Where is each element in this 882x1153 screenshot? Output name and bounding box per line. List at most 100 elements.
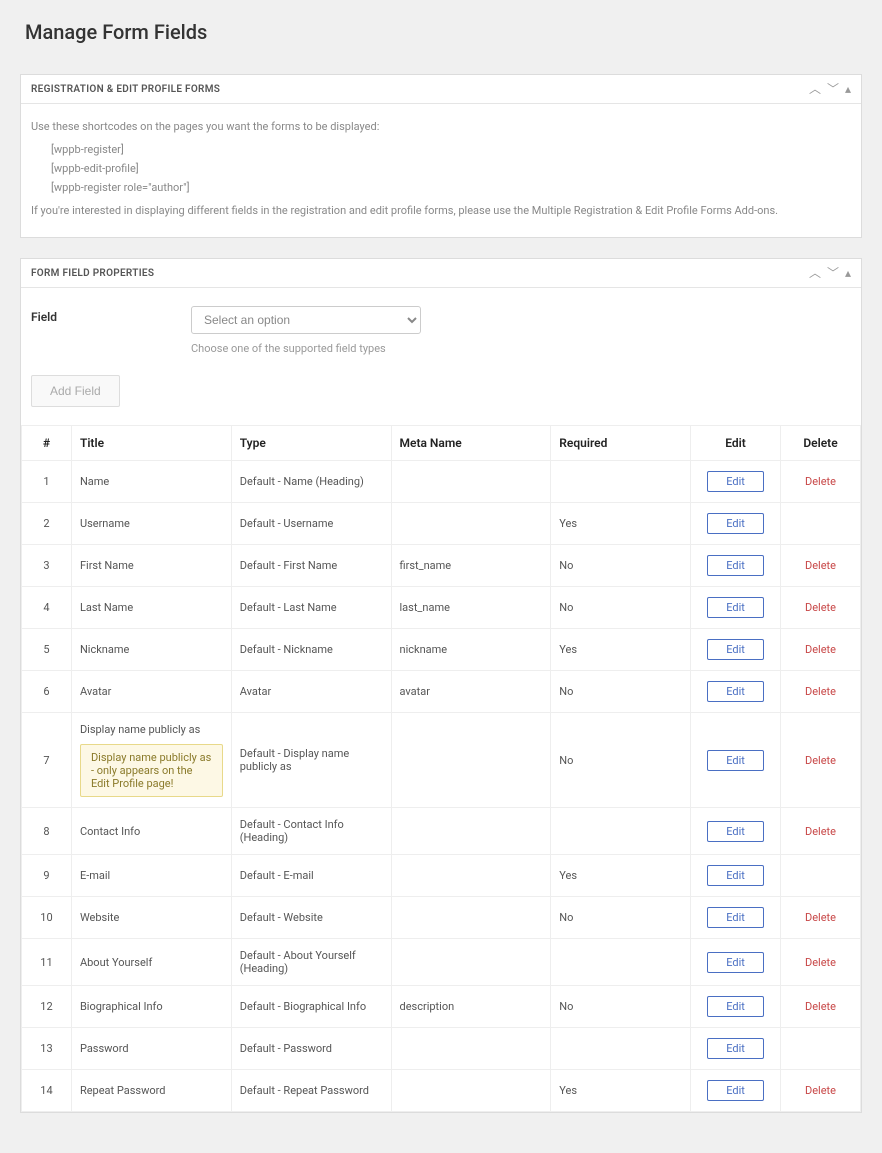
cell-number: 9 [22, 855, 72, 897]
cell-number: 14 [22, 1070, 72, 1112]
chevron-up-icon[interactable]: ︿ [809, 267, 821, 279]
delete-link[interactable]: Delete [805, 685, 836, 698]
edit-button[interactable]: Edit [707, 865, 764, 886]
delete-link[interactable]: Delete [805, 643, 836, 656]
cell-delete [781, 503, 861, 545]
panel-header: REGISTRATION & EDIT PROFILE FORMS ︿ ﹀ ▴ [21, 75, 861, 104]
cell-number: 10 [22, 897, 72, 939]
cell-number: 13 [22, 1028, 72, 1070]
edit-button[interactable]: Edit [707, 952, 764, 973]
cell-meta [391, 939, 551, 986]
cell-title: Contact Info [71, 808, 231, 855]
delete-link[interactable]: Delete [805, 601, 836, 614]
cell-edit: Edit [691, 671, 781, 713]
cell-type: Default - Repeat Password [231, 1070, 391, 1112]
cell-number: 4 [22, 587, 72, 629]
shortcode-item: [wppb-register role="author"] [51, 181, 851, 194]
collapse-up-icon[interactable]: ▴ [845, 267, 851, 279]
cell-title: Website [71, 897, 231, 939]
table-row: 7Display name publicly asDisplay name pu… [22, 713, 861, 808]
edit-button[interactable]: Edit [707, 597, 764, 618]
field-label: Field [31, 306, 191, 324]
cell-delete: Delete [781, 461, 861, 503]
cell-required: Yes [551, 629, 691, 671]
panel-controls: ︿ ﹀ ▴ [809, 267, 851, 279]
edit-button[interactable]: Edit [707, 750, 764, 771]
edit-button[interactable]: Edit [707, 821, 764, 842]
cell-required: Yes [551, 1070, 691, 1112]
panel-title: FORM FIELD PROPERTIES [31, 268, 154, 279]
chevron-down-icon[interactable]: ﹀ [827, 83, 839, 95]
edit-button[interactable]: Edit [707, 639, 764, 660]
cell-required: No [551, 671, 691, 713]
edit-button[interactable]: Edit [707, 513, 764, 534]
cell-meta [391, 897, 551, 939]
cell-required [551, 939, 691, 986]
add-field-button[interactable]: Add Field [31, 375, 120, 407]
edit-button[interactable]: Edit [707, 1080, 764, 1101]
table-row: 5NicknameDefault - NicknamenicknameYesEd… [22, 629, 861, 671]
edit-button[interactable]: Edit [707, 681, 764, 702]
cell-type: Default - E-mail [231, 855, 391, 897]
cell-delete: Delete [781, 897, 861, 939]
table-row: 1NameDefault - Name (Heading)EditDelete [22, 461, 861, 503]
edit-button[interactable]: Edit [707, 471, 764, 492]
cell-meta: avatar [391, 671, 551, 713]
cell-title: Biographical Info [71, 986, 231, 1028]
cell-meta [391, 808, 551, 855]
cell-type: Default - Password [231, 1028, 391, 1070]
cell-delete: Delete [781, 671, 861, 713]
chevron-down-icon[interactable]: ﹀ [827, 267, 839, 279]
table-row: 3First NameDefault - First Namefirst_nam… [22, 545, 861, 587]
cell-type: Default - Biographical Info [231, 986, 391, 1028]
collapse-up-icon[interactable]: ▴ [845, 83, 851, 95]
cell-meta [391, 1028, 551, 1070]
cell-number: 5 [22, 629, 72, 671]
cell-required: No [551, 713, 691, 808]
col-delete: Delete [781, 426, 861, 461]
cell-delete: Delete [781, 713, 861, 808]
table-row: 13PasswordDefault - Password Edit [22, 1028, 861, 1070]
cell-required: No [551, 587, 691, 629]
table-header-row: # Title Type Meta Name Required Edit Del… [22, 426, 861, 461]
cell-type: Default - Contact Info (Heading) [231, 808, 391, 855]
cell-delete: Delete [781, 629, 861, 671]
field-type-select[interactable]: Select an option [191, 306, 421, 334]
cell-title: Password [71, 1028, 231, 1070]
cell-number: 1 [22, 461, 72, 503]
cell-title: Username [71, 503, 231, 545]
delete-link[interactable]: Delete [805, 475, 836, 488]
cell-required: No [551, 545, 691, 587]
cell-required [551, 808, 691, 855]
cell-type: Default - Username [231, 503, 391, 545]
cell-meta [391, 461, 551, 503]
edit-button[interactable]: Edit [707, 996, 764, 1017]
delete-link[interactable]: Delete [805, 1000, 836, 1013]
cell-title: About Yourself [71, 939, 231, 986]
edit-button[interactable]: Edit [707, 907, 764, 928]
shortcodes-list: [wppb-register] [wppb-edit-profile] [wpp… [51, 143, 851, 194]
delete-link[interactable]: Delete [805, 825, 836, 838]
table-row: 11About YourselfDefault - About Yourself… [22, 939, 861, 986]
cell-title: Display name publicly asDisplay name pub… [71, 713, 231, 808]
col-required: Required [551, 426, 691, 461]
cell-type: Default - First Name [231, 545, 391, 587]
delete-link[interactable]: Delete [805, 559, 836, 572]
delete-link[interactable]: Delete [805, 911, 836, 924]
col-meta: Meta Name [391, 426, 551, 461]
edit-button[interactable]: Edit [707, 1038, 764, 1059]
cell-meta: nickname [391, 629, 551, 671]
cell-title: Nickname [71, 629, 231, 671]
delete-link[interactable]: Delete [805, 754, 836, 767]
field-hint: Choose one of the supported field types [191, 342, 851, 355]
col-edit: Edit [691, 426, 781, 461]
shortcode-item: [wppb-edit-profile] [51, 162, 851, 175]
cell-number: 2 [22, 503, 72, 545]
edit-button[interactable]: Edit [707, 555, 764, 576]
delete-link[interactable]: Delete [805, 1084, 836, 1097]
cell-number: 11 [22, 939, 72, 986]
delete-link[interactable]: Delete [805, 956, 836, 969]
cell-delete [781, 1028, 861, 1070]
panel-title: REGISTRATION & EDIT PROFILE FORMS [31, 84, 220, 95]
chevron-up-icon[interactable]: ︿ [809, 83, 821, 95]
